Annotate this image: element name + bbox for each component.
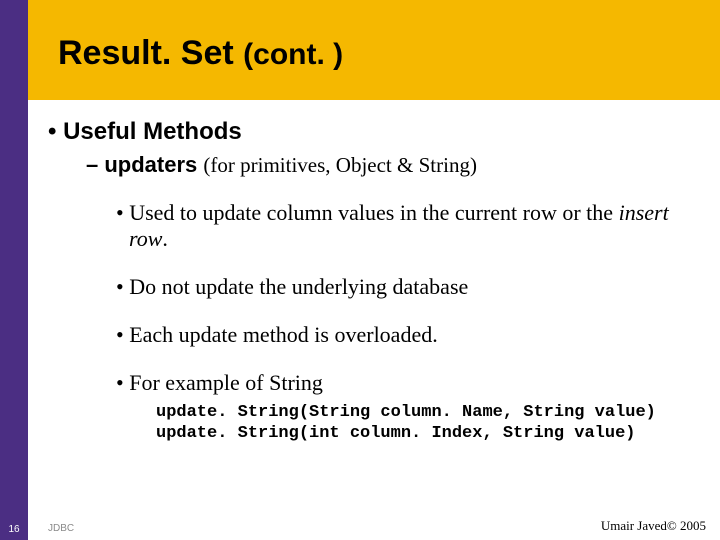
slide-content: • Useful Methods – updaters (for primiti… (40, 118, 708, 444)
bullet-2-text: Do not update the underlying database (129, 274, 468, 299)
bullet-3: Each update method is overloaded. (116, 322, 708, 348)
bullet-4: For example of String (116, 370, 708, 396)
sub-label: updaters (104, 152, 197, 177)
footer-credit: Umair Javed© 2005 (601, 518, 706, 534)
bullet-1-tail: . (162, 226, 168, 251)
title-suffix: (cont. ) (243, 38, 343, 71)
bullet-3-text: Each update method is overloaded. (129, 322, 438, 347)
code-line-1: update. String(String column. Name, Stri… (156, 402, 708, 423)
bullet-1-text: Used to update column values in the curr… (129, 200, 618, 225)
slide-title: Result. Set (cont. ) (58, 34, 343, 73)
page-number: 16 (6, 524, 22, 535)
heading-text: Useful Methods (63, 118, 242, 145)
title-main: Result. Set (58, 34, 234, 72)
left-accent-stripe (0, 0, 28, 540)
sub-prefix: – (86, 152, 104, 177)
bullet-1: Used to update column values in the curr… (116, 200, 708, 252)
code-line-2: update. String(int column. Index, String… (156, 423, 708, 444)
subheading-updaters: – updaters (for primitives, Object & Str… (86, 152, 708, 178)
sub-qualifier: (for primitives, Object & String) (203, 153, 477, 177)
bullet-2: Do not update the underlying database (116, 274, 708, 300)
bullet-4-text: For example of String (129, 370, 323, 395)
heading-useful-methods: • Useful Methods (48, 118, 708, 146)
footer: 16 JDBC Umair Javed© 2005 (0, 516, 720, 540)
footer-topic: JDBC (48, 523, 74, 534)
